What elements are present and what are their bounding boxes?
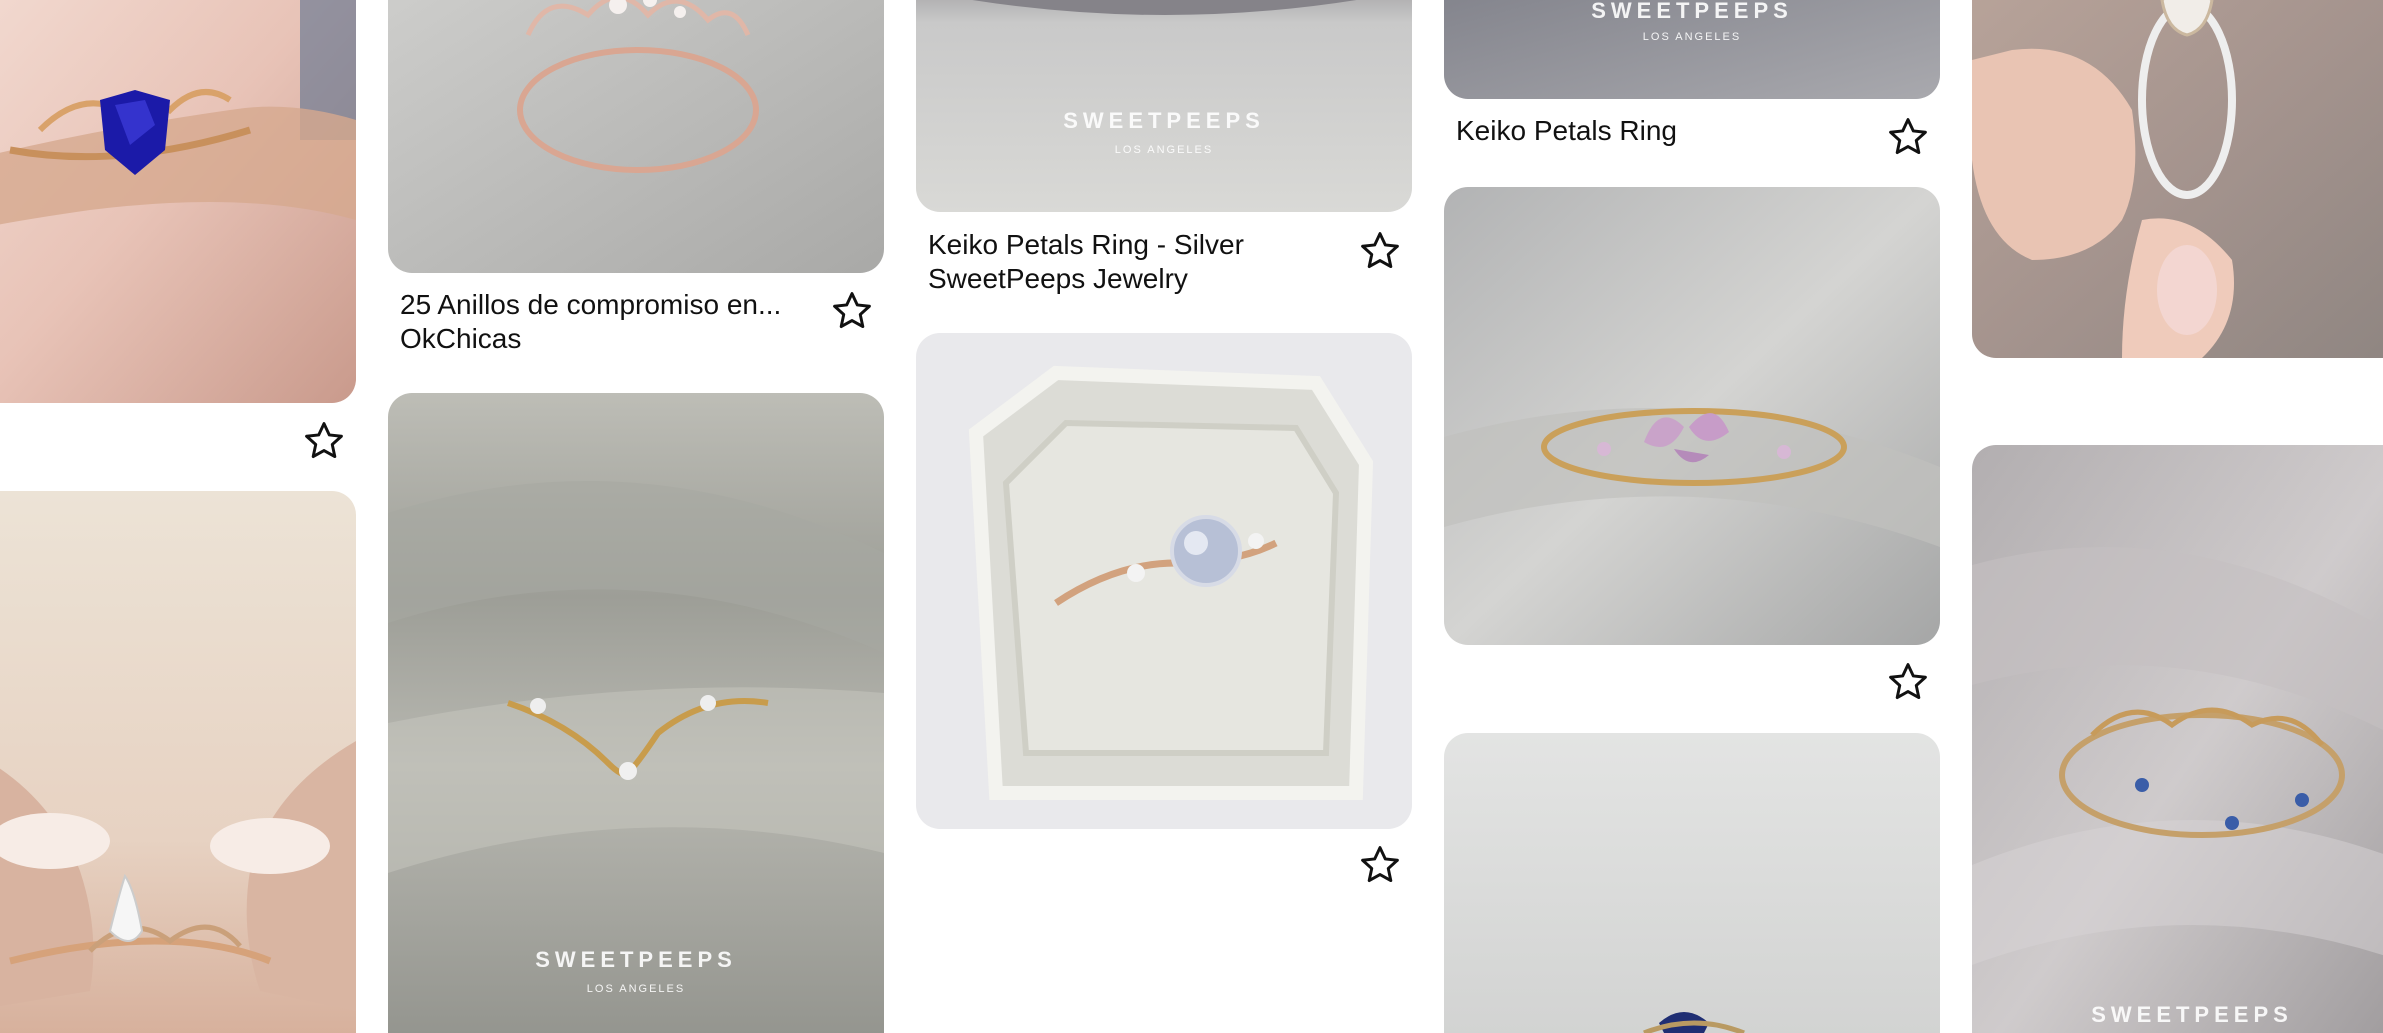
save-star-icon[interactable] — [827, 286, 877, 336]
watermark-text: SWEETPEEPS — [1063, 108, 1265, 133]
save-star-icon[interactable] — [1355, 840, 1405, 890]
save-star-icon[interactable] — [1883, 112, 1933, 162]
pin-title[interactable]: Keiko Petals Ring — [1456, 114, 1856, 148]
pin-image-pink-butterfly-ring[interactable] — [1444, 187, 1940, 645]
pin-source[interactable]: OkChicas — [400, 322, 521, 356]
pin-title[interactable]: 25 Anillos de compromiso en... — [400, 288, 800, 322]
pin-image-pear-diamond-ring[interactable] — [0, 491, 356, 1033]
watermark-text: SWEETPEEPS — [535, 947, 737, 972]
pin-grid: 25 Anillos de compromiso en... OkChicas … — [0, 0, 2383, 1033]
pin-image-gold-chevron-ring[interactable]: SWEETPEEPS LOS ANGELES — [388, 393, 884, 1033]
pin-image-crown-ring[interactable] — [388, 0, 884, 273]
pin-image-keiko-petals[interactable]: SWEETPEEPS LOS ANGELES — [1444, 0, 1940, 99]
pin-image-ring-box[interactable] — [916, 333, 1412, 829]
save-star-icon[interactable] — [299, 416, 349, 466]
watermark-text: SWEETPEEPS — [2091, 1002, 2293, 1027]
watermark-text: SWEETPEEPS — [1591, 0, 1793, 23]
pin-image-blue-stone-ring[interactable] — [1444, 733, 1940, 1033]
pin-source[interactable]: SweetPeeps Jewelry — [928, 262, 1188, 296]
pin-title[interactable]: Keiko Petals Ring - Silver — [928, 228, 1328, 262]
svg-text:LOS ANGELES: LOS ANGELES — [1115, 144, 1213, 156]
save-star-icon[interactable] — [1883, 657, 1933, 707]
pin-image-blue-heart-ring[interactable] — [0, 0, 356, 403]
save-star-icon[interactable] — [1355, 226, 1405, 276]
svg-text:LOS ANGELES: LOS ANGELES — [1643, 31, 1741, 43]
svg-text:LOS ANGELES: LOS ANGELES — [587, 983, 685, 995]
pin-image-silver-fabric[interactable]: SWEETPEEPS LOS ANGELES — [916, 0, 1412, 212]
pin-image-blue-accent-ring[interactable]: SWEETPEEPS — [1972, 445, 2383, 1033]
pin-image-hand-ring[interactable] — [1972, 0, 2383, 358]
